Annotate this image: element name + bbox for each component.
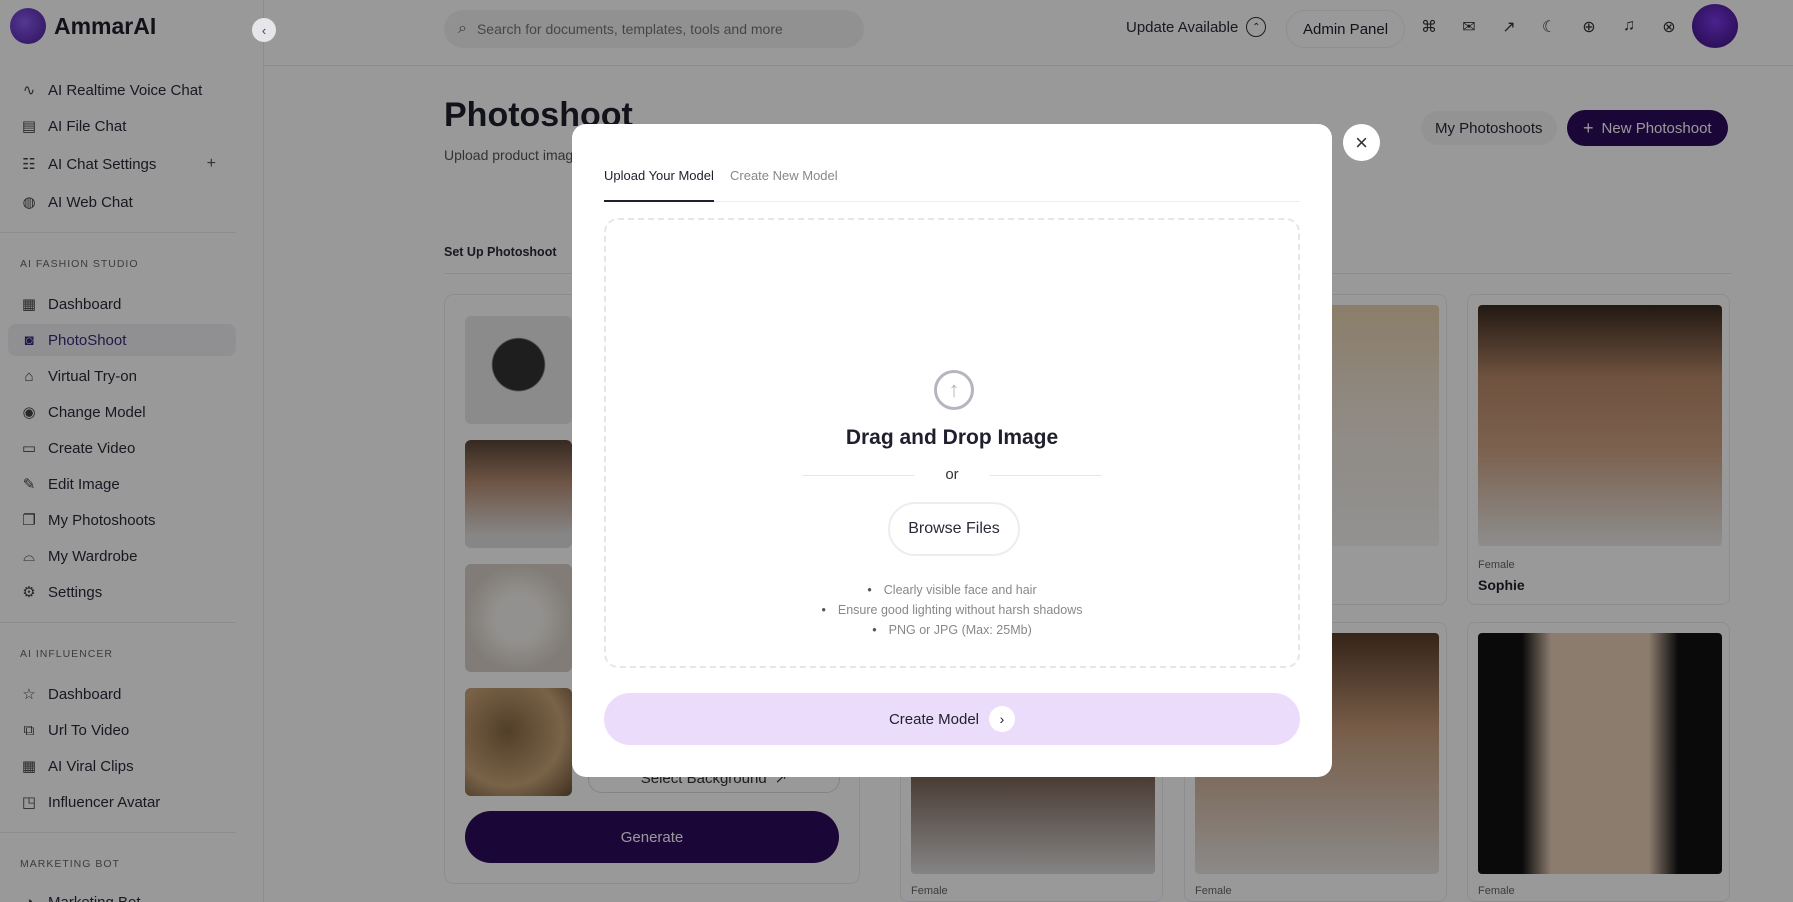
tab-create-new-model[interactable]: Create New Model <box>730 168 838 193</box>
upload-arrow-icon: ↑ <box>934 370 974 410</box>
requirement-item: Clearly visible face and hair <box>606 580 1298 600</box>
tab-upload-your-model[interactable]: Upload Your Model <box>604 168 714 202</box>
close-icon: × <box>1355 129 1368 155</box>
collapse-sidebar-button[interactable]: ‹ <box>252 18 276 42</box>
modal-tabs: Upload Your Model Create New Model <box>604 168 1300 202</box>
requirement-item: Ensure good lighting without harsh shado… <box>606 600 1298 620</box>
requirement-item: PNG or JPG (Max: 25Mb) <box>606 620 1298 640</box>
upload-requirements: Clearly visible face and hair Ensure goo… <box>606 580 1298 640</box>
create-model-label: Create Model <box>888 710 980 728</box>
or-separator: or <box>945 466 959 483</box>
divider <box>990 475 1102 476</box>
browse-files-label: Browse Files <box>908 520 1000 537</box>
chevron-left-icon: ‹ <box>261 22 267 38</box>
image-dropzone[interactable]: ↑ Drag and Drop Image or Browse Files Cl… <box>604 218 1300 668</box>
dropzone-title: Drag and Drop Image <box>845 426 1059 449</box>
upload-model-dialog: Upload Your Model Create New Model ↑ Dra… <box>572 124 1332 777</box>
browse-files-button[interactable]: Browse Files <box>888 502 1020 556</box>
chevron-right-icon: › <box>989 706 1016 732</box>
create-model-button[interactable]: Create Model › <box>604 693 1300 745</box>
close-modal-button[interactable]: × <box>1343 124 1380 161</box>
